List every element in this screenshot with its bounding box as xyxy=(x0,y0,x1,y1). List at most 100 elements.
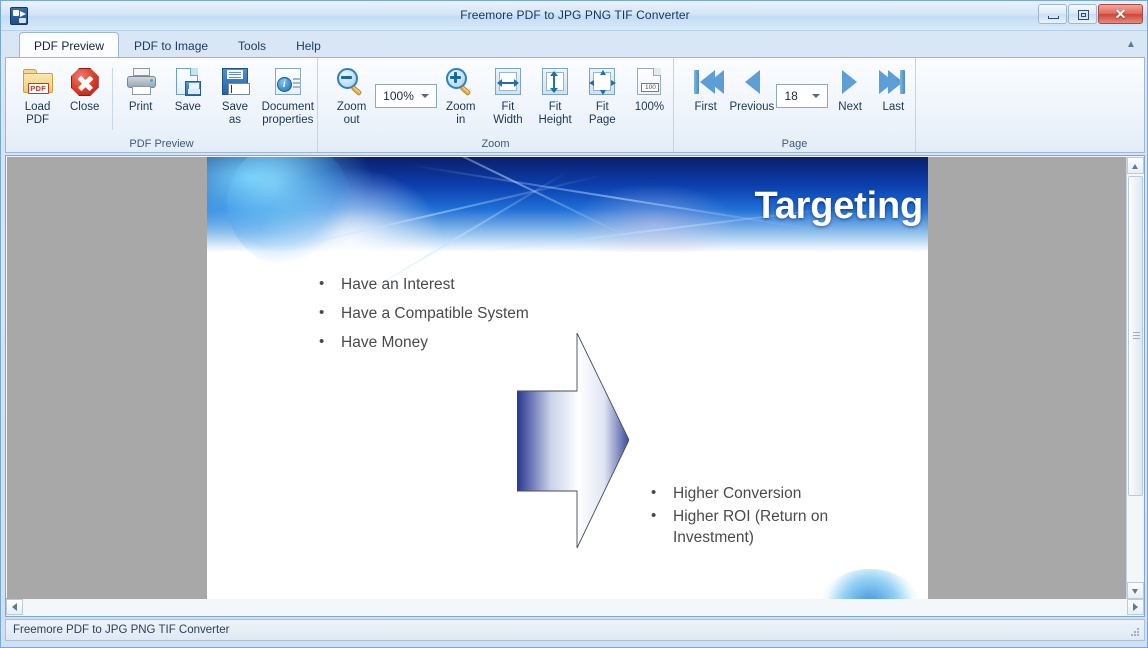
actual-size-button[interactable]: 100 100% xyxy=(626,62,673,128)
document-properties-label-1: Document xyxy=(261,101,314,113)
zoom-out-label-2: out xyxy=(343,114,360,126)
tab-help[interactable]: Help xyxy=(281,32,336,59)
list-item: Higher ROI (Return on Investment) xyxy=(647,505,847,548)
ribbon-group-label-zoom: Zoom xyxy=(481,138,510,150)
previous-page-label: Previous xyxy=(729,101,775,113)
right-arrow-shape xyxy=(517,333,629,548)
save-as-icon xyxy=(218,66,252,98)
first-page-icon xyxy=(689,66,724,98)
globe-graphic-icon xyxy=(227,157,352,266)
document-properties-button[interactable]: i Document properties xyxy=(259,62,318,128)
resize-grip-icon[interactable] xyxy=(1129,626,1141,638)
zoom-out-label-1: Zoom xyxy=(336,101,367,113)
fit-width-icon xyxy=(491,66,525,98)
collapse-ribbon-icon[interactable]: ▲ xyxy=(1123,37,1139,53)
close-pdf-label: Close xyxy=(70,101,100,113)
ribbon-group-zoom: Zoom out 100% Zoom in Fit Width Fit Heig… xyxy=(318,58,674,152)
zoom-out-icon xyxy=(335,66,369,98)
zoom-in-button[interactable]: Zoom in xyxy=(437,62,484,128)
fit-page-label-1: Fit xyxy=(595,101,609,113)
close-pdf-button[interactable]: Close xyxy=(61,62,108,128)
ribbon-tabstrip: PDF Preview PDF to Image Tools Help ▲ xyxy=(1,31,1147,59)
last-page-button[interactable]: Last xyxy=(872,62,915,128)
next-page-button[interactable]: Next xyxy=(828,62,871,128)
chevron-down-icon xyxy=(421,94,430,98)
scroll-up-arrow[interactable] xyxy=(1127,157,1144,174)
fit-height-label-2: Height xyxy=(538,114,572,126)
zoom-in-icon xyxy=(444,66,478,98)
pdf-page-canvas[interactable]: Targeting Have an Interest Have a Compat… xyxy=(7,157,1127,599)
list-item: Have an Interest xyxy=(315,273,529,295)
load-pdf-label-2: PDF xyxy=(26,114,50,126)
tab-pdf-to-image[interactable]: PDF to Image xyxy=(119,32,223,59)
first-page-button[interactable]: First xyxy=(684,62,727,128)
save-button[interactable]: Save xyxy=(164,62,211,128)
title-bar: Freemore PDF to JPG PNG TIF Converter ✕ xyxy=(1,1,1147,31)
ribbon: PDF Load PDF Close Print Save Save as i … xyxy=(5,57,1145,153)
page-number-combobox[interactable]: 18 xyxy=(776,84,829,108)
scroll-down-arrow[interactable] xyxy=(1127,582,1144,599)
fit-height-label-1: Fit xyxy=(548,101,562,113)
save-icon xyxy=(171,66,205,98)
preview-horizontal-scrollbar[interactable] xyxy=(5,599,1145,617)
scroll-left-arrow[interactable] xyxy=(6,599,23,615)
close-button[interactable]: ✕ xyxy=(1098,4,1143,24)
slide-title: Targeting xyxy=(754,185,924,227)
save-as-label-1: Save xyxy=(221,101,249,113)
zoom-out-button[interactable]: Zoom out xyxy=(328,62,375,128)
fit-page-label-2: Page xyxy=(588,114,616,126)
ribbon-group-label-page: Page xyxy=(781,138,808,150)
document-properties-label-2: properties xyxy=(262,114,314,126)
print-button[interactable]: Print xyxy=(117,62,164,128)
group-divider xyxy=(112,68,114,130)
fit-page-button[interactable]: Fit Page xyxy=(579,62,626,128)
window-title: Freemore PDF to JPG PNG TIF Converter xyxy=(460,8,690,22)
fit-height-button[interactable]: Fit Height xyxy=(532,62,579,128)
fit-width-button[interactable]: Fit Width xyxy=(484,62,531,128)
window-controls: ✕ xyxy=(1038,4,1143,24)
fit-width-label-2: Width xyxy=(493,114,523,126)
scroll-right-arrow[interactable] xyxy=(1127,599,1144,615)
fit-width-label-1: Fit xyxy=(501,101,515,113)
tab-pdf-preview[interactable]: PDF Preview xyxy=(19,32,120,59)
pdf-preview-area: Targeting Have an Interest Have a Compat… xyxy=(5,155,1145,599)
document-properties-icon: i xyxy=(271,66,305,98)
preview-vertical-scrollbar[interactable] xyxy=(1126,157,1144,599)
save-as-label-2: as xyxy=(228,114,242,126)
slide-footer-globe-icon xyxy=(822,569,918,599)
zoom-in-label-1: Zoom xyxy=(446,101,476,113)
page-number-value: 18 xyxy=(784,89,798,103)
chevron-down-icon xyxy=(812,94,821,98)
tab-tools[interactable]: Tools xyxy=(223,32,281,59)
ribbon-group-label-pdf-preview: PDF Preview xyxy=(129,138,194,150)
ribbon-group-page: First Previous 18 Next Last Page xyxy=(674,58,916,152)
slide-header-banner: Targeting xyxy=(207,157,928,306)
maximize-button[interactable] xyxy=(1068,4,1097,24)
first-page-label: First xyxy=(694,101,717,113)
status-bar: Freemore PDF to JPG PNG TIF Converter xyxy=(5,619,1145,641)
fit-height-icon xyxy=(538,66,572,98)
close-pdf-icon xyxy=(68,66,102,98)
slide-bullet-list-bottom: Higher Conversion Higher ROI (Return on … xyxy=(647,482,847,550)
minimize-button[interactable] xyxy=(1038,4,1067,24)
load-pdf-icon: PDF xyxy=(21,66,55,98)
previous-page-button[interactable]: Previous xyxy=(727,62,776,128)
next-page-label: Next xyxy=(838,101,862,113)
list-item: Have Money xyxy=(315,331,529,353)
zoom-level-combobox[interactable]: 100% xyxy=(375,84,438,108)
load-pdf-button[interactable]: PDF Load PDF xyxy=(14,62,61,128)
zoom-in-label-2: in xyxy=(456,114,466,126)
previous-page-icon xyxy=(735,66,769,98)
save-as-button[interactable]: Save as xyxy=(211,62,258,128)
list-item: Have a Compatible System xyxy=(315,302,529,324)
vertical-scroll-thumb[interactable] xyxy=(1128,176,1143,496)
pdf-slide-page: Targeting Have an Interest Have a Compat… xyxy=(207,157,928,599)
slide-bullet-list-top: Have an Interest Have a Compatible Syste… xyxy=(315,273,529,361)
last-page-icon xyxy=(876,66,910,98)
actual-size-icon: 100 xyxy=(632,66,666,98)
fit-page-icon xyxy=(585,66,619,98)
status-bar-text: Freemore PDF to JPG PNG TIF Converter xyxy=(13,624,230,636)
print-label: Print xyxy=(128,101,153,113)
actual-size-label: 100% xyxy=(634,101,665,113)
list-item: Higher Conversion xyxy=(647,482,847,504)
